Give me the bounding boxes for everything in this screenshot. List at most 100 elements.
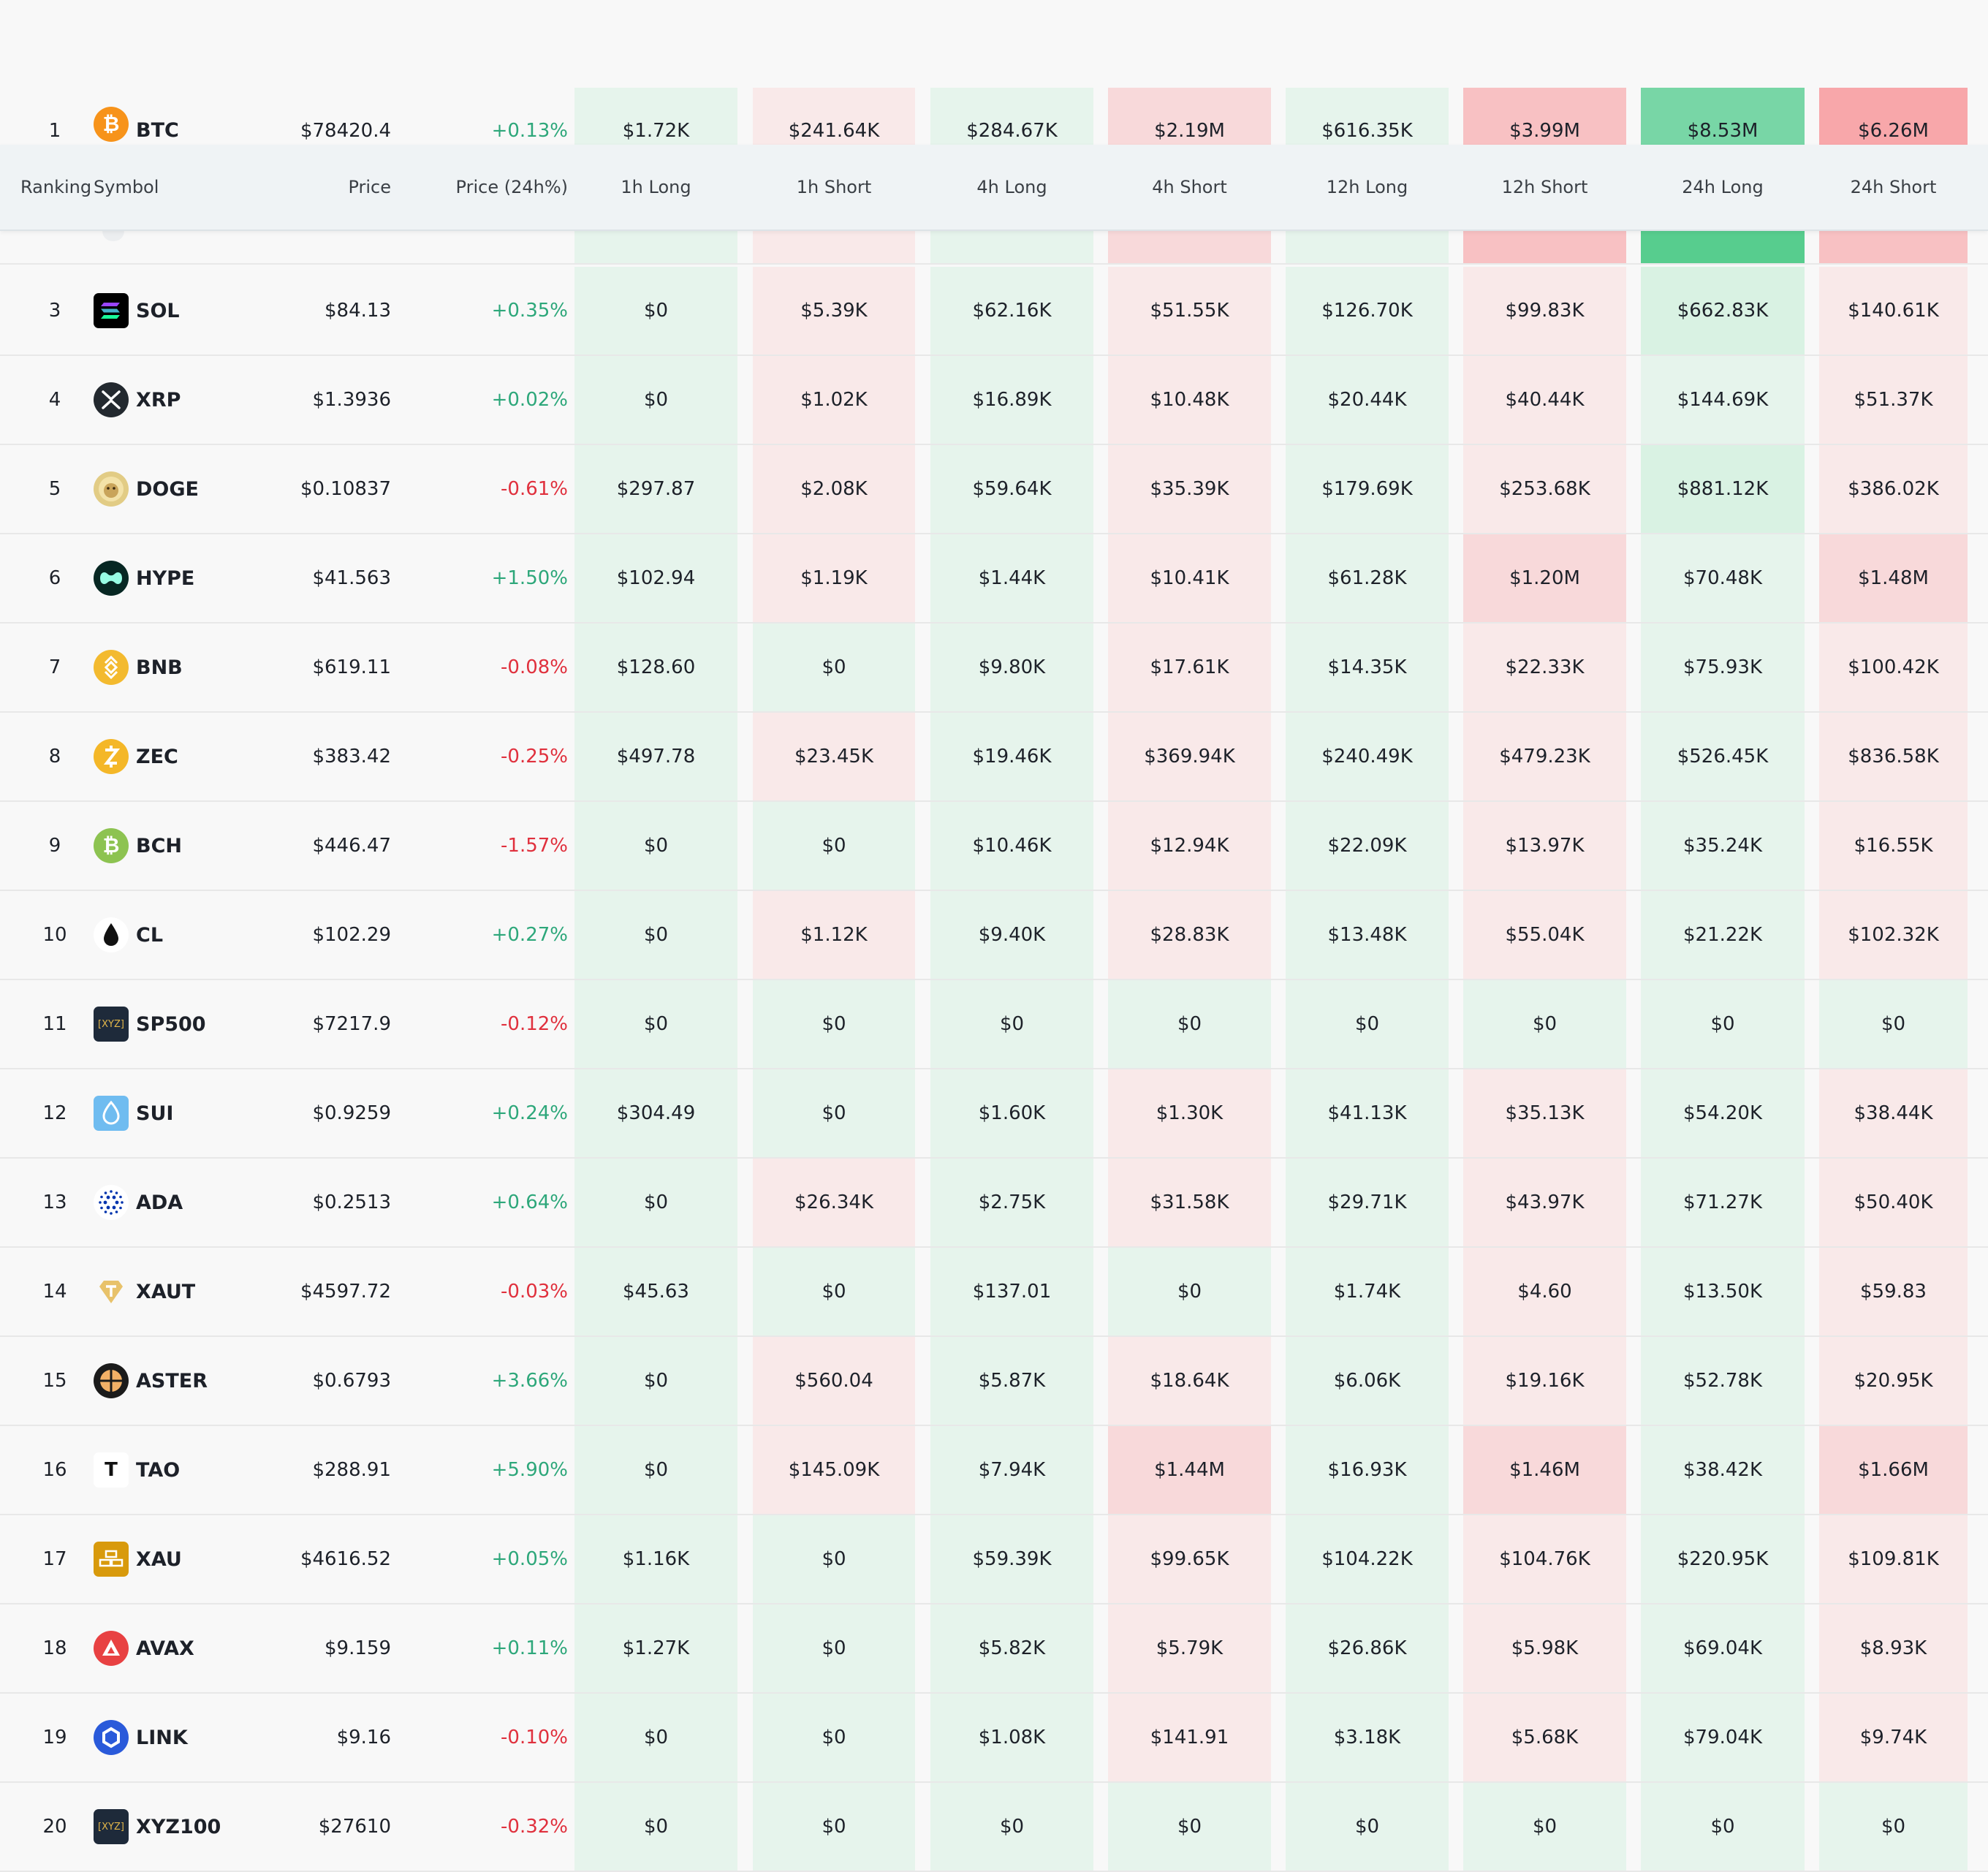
table-row[interactable]: 11 [XYZ] SP500 $7217.9 -0.12% $0 $0 $0 $0 $0 $0 $0 $… bbox=[0, 980, 1988, 1069]
table-row[interactable]: 20 [XYZ] XYZ100 $27610 -0.32% $0 $0 $0 $0 $0 $0 $0 $… bbox=[0, 1783, 1988, 1872]
symbol-cell[interactable]: [XYZ] SP500 bbox=[94, 980, 262, 1068]
table-row[interactable]: 16 T TAO $288.91 +5.90% $0 $145.09K $7.94K $1.44… bbox=[0, 1426, 1988, 1515]
symbol-name: BCH bbox=[136, 834, 182, 857]
liq-12h-short-cell: $0 bbox=[1463, 980, 1626, 1068]
table-row[interactable]: 17 XAU $4616.52 +0.05% $1.16K $0 $59.39K $99.65… bbox=[0, 1515, 1988, 1604]
symbol-name: SP500 bbox=[136, 1012, 206, 1036]
price-change-cell: -0.12% bbox=[501, 1013, 568, 1035]
header-price-24h[interactable]: Price (24h%) bbox=[409, 145, 568, 230]
header-1h-long[interactable]: 1h Long bbox=[574, 145, 737, 230]
price-change-cell: +0.64% bbox=[491, 1191, 568, 1213]
symbol-name: XYZ100 bbox=[136, 1815, 221, 1838]
symbol-cell[interactable]: ADA bbox=[94, 1159, 262, 1246]
table-row[interactable]: 9 ₿ BCH $446.47 -1.57% $0 $0 $10.46K $12.94K $22.… bbox=[0, 802, 1988, 891]
liq-1h-long-cell: $128.60 bbox=[574, 624, 737, 711]
hidden-row-cell bbox=[1463, 231, 1626, 263]
symbol-cell[interactable]: CL bbox=[94, 891, 262, 979]
symbol-name: ZEC bbox=[136, 745, 178, 768]
table-row[interactable]: 4 XRP $1.3936 +0.02% $0 $1.02K $16.89K $10.48K $… bbox=[0, 356, 1988, 445]
table-row[interactable]: 13 ADA $0.2513 +0.64% $0 $26.34K $2.75K $31.58K… bbox=[0, 1159, 1988, 1248]
header-price[interactable]: Price bbox=[248, 145, 391, 230]
header-24h-long[interactable]: 24h Long bbox=[1641, 145, 1805, 230]
liq-24h-short-cell: $102.32K bbox=[1819, 891, 1968, 979]
liq-4h-long-cell: $9.80K bbox=[930, 624, 1093, 711]
table-row[interactable]: 14 XAUT $4597.72 -0.03% $45.63 $0 $137.01 $0 $1.… bbox=[0, 1248, 1988, 1337]
liq-1h-long-cell: $1.27K bbox=[574, 1604, 737, 1692]
rank-cell: 9 bbox=[48, 835, 61, 857]
header-24h-short[interactable]: 24h Short bbox=[1819, 145, 1968, 230]
header-4h-short[interactable]: 4h Short bbox=[1108, 145, 1271, 230]
header-4h-long[interactable]: 4h Long bbox=[930, 145, 1093, 230]
liq-4h-short-cell: $2.19M bbox=[1108, 88, 1271, 145]
liq-24h-long-cell: $69.04K bbox=[1641, 1604, 1805, 1692]
symbol-cell[interactable]: XRP bbox=[94, 356, 262, 444]
header-12h-long[interactable]: 12h Long bbox=[1286, 145, 1449, 230]
liq-12h-long-cell: $16.93K bbox=[1286, 1426, 1449, 1514]
symbol-name: SOL bbox=[136, 299, 180, 322]
symbol-cell[interactable]: AVAX bbox=[94, 1604, 262, 1692]
liq-4h-short-cell: $1.44M bbox=[1108, 1426, 1271, 1514]
symbol-name: TAO bbox=[136, 1458, 181, 1482]
symbol-cell[interactable]: LINK bbox=[94, 1694, 262, 1781]
rank-cell: 10 bbox=[42, 924, 67, 946]
symbol-cell[interactable]: ₿ BCH bbox=[94, 802, 262, 890]
liq-12h-long-cell: $20.44K bbox=[1286, 356, 1449, 444]
symbol-cell[interactable]: ASTER bbox=[94, 1337, 262, 1425]
symbol-name: XAUT bbox=[136, 1280, 196, 1303]
symbol-cell[interactable]: ZEC bbox=[94, 713, 262, 800]
symbol-cell[interactable]: DOGE bbox=[94, 445, 262, 533]
liq-4h-long-cell: $1.08K bbox=[930, 1694, 1093, 1781]
symbol-cell[interactable]: XAUT bbox=[94, 1248, 262, 1335]
header-symbol[interactable]: Symbol bbox=[94, 145, 240, 230]
table-row[interactable]: 5 DOGE $0.10837 -0.61% $297.87 $2.08K $59.64K $… bbox=[0, 445, 1988, 534]
price-cell: $4616.52 bbox=[300, 1548, 391, 1570]
hidden-row-cell bbox=[1286, 231, 1449, 263]
liq-24h-long-cell: $70.48K bbox=[1641, 534, 1805, 622]
price-change-cell: +0.27% bbox=[491, 924, 568, 946]
header-12h-short[interactable]: 12h Short bbox=[1463, 145, 1626, 230]
table-row[interactable]: 10 CL $102.29 +0.27% $0 $1.12K $9.40K $28.83K $1… bbox=[0, 891, 1988, 980]
header-1h-short[interactable]: 1h Short bbox=[753, 145, 915, 230]
price-cell: $84.13 bbox=[325, 300, 391, 322]
symbol-name: LINK bbox=[136, 1726, 188, 1749]
solana-icon bbox=[94, 293, 129, 328]
symbol-cell[interactable]: BNB bbox=[94, 624, 262, 711]
liq-12h-short-cell: $1.46M bbox=[1463, 1426, 1626, 1514]
liq-1h-short-cell: $23.45K bbox=[753, 713, 915, 800]
table-row[interactable]: 15 ASTER $0.6793 +3.66% $0 $560.04 $5.87K $18.6… bbox=[0, 1337, 1988, 1426]
price-change-cell: +0.24% bbox=[491, 1102, 568, 1124]
table-row[interactable]: 3 SOL $84.13 +0.35% $0 $5.39K $62.16K $51.55K $1… bbox=[0, 267, 1988, 356]
table-row[interactable]: 7 BNB $619.11 -0.08% $128.60 $0 $9.80K $17.61K $… bbox=[0, 624, 1988, 713]
price-change-cell: +5.90% bbox=[491, 1459, 568, 1481]
table-row[interactable]: 6 HYPE $41.563 +1.50% $102.94 $1.19K $1.44K $10… bbox=[0, 534, 1988, 624]
table-row[interactable]: 12 SUI $0.9259 +0.24% $304.49 $0 $1.60K $1.30K $… bbox=[0, 1069, 1988, 1159]
symbol-name: BTC bbox=[136, 119, 179, 142]
liq-12h-long-cell: $6.06K bbox=[1286, 1337, 1449, 1425]
liq-24h-long-cell: $526.45K bbox=[1641, 713, 1805, 800]
symbol-cell[interactable]: HYPE bbox=[94, 534, 262, 622]
liq-1h-long-cell: $0 bbox=[574, 891, 737, 979]
bitcoin-icon: ₿ bbox=[94, 107, 129, 142]
price-change-cell: +0.02% bbox=[491, 389, 568, 411]
table-row[interactable]: 8 ZEC $383.42 -0.25% $497.78 $23.45K $19.46K $3… bbox=[0, 713, 1988, 802]
liq-1h-long-cell: $0 bbox=[574, 356, 737, 444]
symbol-cell[interactable]: T TAO bbox=[94, 1426, 262, 1514]
symbol-cell[interactable]: [XYZ] XYZ100 bbox=[94, 1783, 262, 1871]
price-change-cell: -0.10% bbox=[501, 1727, 568, 1748]
symbol-cell[interactable]: XAU bbox=[94, 1515, 262, 1603]
liq-24h-long-cell: $71.27K bbox=[1641, 1159, 1805, 1246]
liq-1h-long-cell: $0 bbox=[574, 980, 737, 1068]
hidden-row-cell bbox=[1108, 231, 1271, 263]
bnb-icon bbox=[94, 650, 129, 685]
liq-1h-short-cell: $1.19K bbox=[753, 534, 915, 622]
liq-1h-short-cell: $0 bbox=[753, 624, 915, 711]
symbol-cell[interactable]: SUI bbox=[94, 1069, 262, 1157]
table-row[interactable]: 19 LINK $9.16 -0.10% $0 $0 $1.08K $141.91 $3.18K… bbox=[0, 1694, 1988, 1783]
hidden-row-cell bbox=[930, 231, 1093, 263]
table-row[interactable]: 18 AVAX $9.159 +0.11% $1.27K $0 $5.82K $5.79K $2… bbox=[0, 1604, 1988, 1694]
liq-4h-short-cell: $1.30K bbox=[1108, 1069, 1271, 1157]
symbol-cell[interactable]: ₿ BTC bbox=[94, 88, 262, 145]
liq-24h-long-cell: $881.12K bbox=[1641, 445, 1805, 533]
header-ranking[interactable]: Ranking bbox=[20, 145, 94, 230]
symbol-cell[interactable]: SOL bbox=[94, 267, 262, 355]
